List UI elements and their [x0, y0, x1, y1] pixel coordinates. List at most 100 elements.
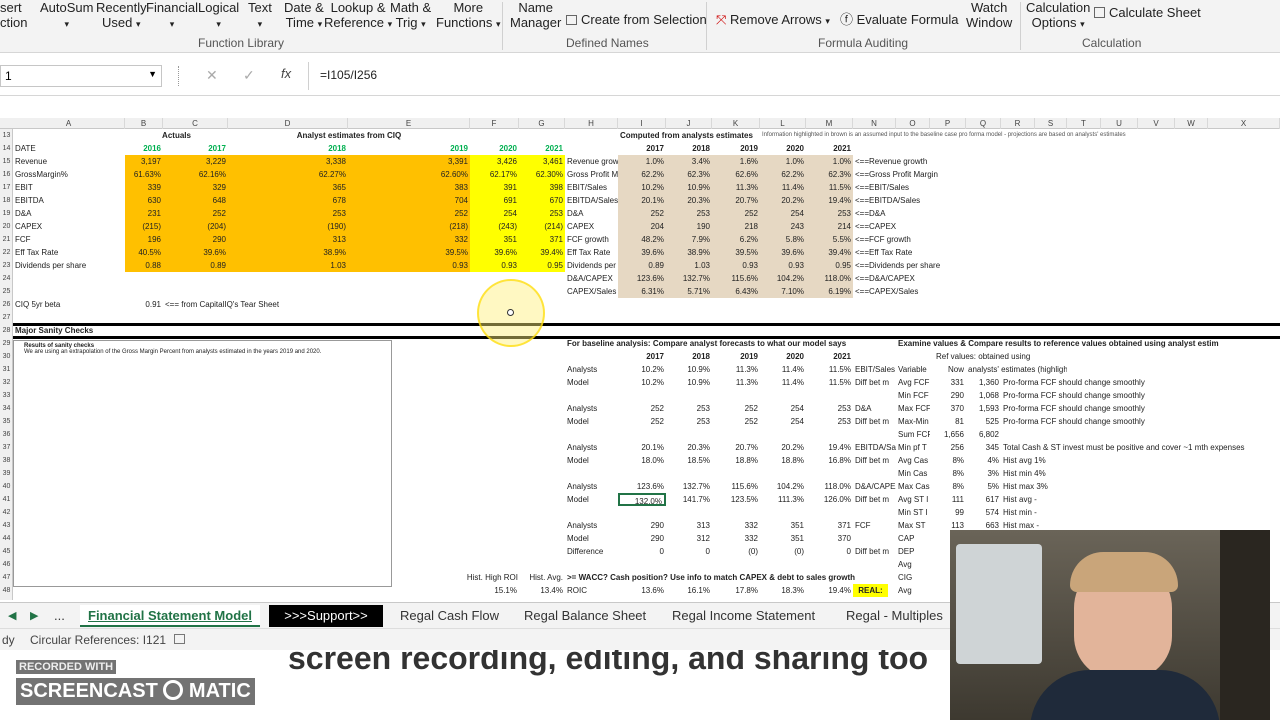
row-header-37[interactable]: 37 — [0, 441, 13, 454]
examine-ref[interactable]: 4% — [966, 454, 1001, 467]
computed-value[interactable]: 39.4% — [806, 246, 853, 259]
hist-high-value[interactable]: 15.1% — [470, 584, 519, 597]
computed-arrow[interactable]: <==Gross Profit Margin — [853, 168, 966, 181]
baseline-value[interactable]: 252 — [712, 402, 760, 415]
computed-value[interactable]: 20.3% — [666, 194, 712, 207]
name-manager-button[interactable]: Name Manager — [510, 0, 561, 30]
value-cell[interactable]: 329 — [163, 181, 228, 194]
row-header-29[interactable]: 29 — [0, 337, 13, 350]
roic-value[interactable]: 18.3% — [760, 584, 806, 597]
computed-label[interactable]: EBITDA/Sales — [565, 194, 618, 207]
value-cell[interactable]: 254 — [470, 207, 519, 220]
examine-ref[interactable]: 345 — [966, 441, 1001, 454]
baseline-note[interactable] — [853, 506, 896, 519]
value-cell[interactable]: 670 — [519, 194, 565, 207]
row-header-32[interactable]: 32 — [0, 376, 13, 389]
baseline-note[interactable] — [853, 532, 896, 545]
baseline-year[interactable]: 2021 — [806, 350, 853, 363]
value-cell[interactable]: 252 — [348, 207, 470, 220]
value-cell[interactable]: 0.93 — [348, 259, 470, 272]
value-cell[interactable]: 0.88 — [125, 259, 163, 272]
value-cell[interactable]: 3,426 — [470, 155, 519, 168]
row-header-26[interactable]: 26 — [0, 298, 13, 311]
value-cell[interactable]: 3,391 — [348, 155, 470, 168]
value-cell[interactable]: 339 — [125, 181, 163, 194]
computed-label[interactable]: D&A/CAPEX — [565, 272, 618, 285]
row-label[interactable]: EBITDA — [13, 194, 125, 207]
column-header-A[interactable]: A — [13, 118, 125, 129]
column-header-F[interactable]: F — [470, 118, 519, 129]
tab-regal-balance-sheet[interactable]: Regal Balance Sheet — [516, 605, 654, 627]
row-header-16[interactable]: 16 — [0, 168, 13, 181]
baseline-value[interactable]: 312 — [666, 532, 712, 545]
math-trig-button[interactable]: Math & Trig ▾ — [390, 0, 431, 32]
row-header-46[interactable]: 46 — [0, 558, 13, 571]
examine-var[interactable]: Avg — [896, 584, 930, 597]
column-header-V[interactable]: V — [1138, 118, 1175, 129]
computed-year[interactable]: 2019 — [712, 142, 760, 155]
baseline-value[interactable] — [666, 428, 712, 441]
baseline-value[interactable]: 332 — [712, 532, 760, 545]
baseline-value[interactable] — [618, 428, 666, 441]
computed-value[interactable]: 204 — [618, 220, 666, 233]
computed-label[interactable]: Eff Tax Rate — [565, 246, 618, 259]
examine-var[interactable]: Max FCF — [896, 402, 930, 415]
baseline-note[interactable]: EBIT/Sales — [853, 363, 896, 376]
row-header-42[interactable]: 42 — [0, 506, 13, 519]
examine-note[interactable]: Hist min 4% — [1001, 467, 1280, 480]
column-header-G[interactable]: G — [519, 118, 565, 129]
computed-value[interactable]: 1.0% — [806, 155, 853, 168]
computed-label[interactable]: Gross Profit M — [565, 168, 618, 181]
value-cell[interactable]: 1.03 — [228, 259, 348, 272]
value-cell[interactable]: 62.30% — [519, 168, 565, 181]
value-cell[interactable]: 196 — [125, 233, 163, 246]
roic-value[interactable]: 13.6% — [618, 584, 666, 597]
value-cell[interactable]: 704 — [348, 194, 470, 207]
baseline-value[interactable]: 10.9% — [666, 376, 712, 389]
baseline-note[interactable] — [853, 389, 896, 402]
computed-arrow[interactable]: <==Eff Tax Rate — [853, 246, 966, 259]
computed-value[interactable]: 3.4% — [666, 155, 712, 168]
baseline-value[interactable]: 141.7% — [666, 493, 712, 506]
value-cell[interactable]: 365 — [228, 181, 348, 194]
row-label[interactable]: Eff Tax Rate — [13, 246, 125, 259]
baseline-note[interactable]: EBITDA/Sales — [853, 441, 896, 454]
tab-more[interactable]: ... — [46, 605, 73, 627]
baseline-value[interactable]: 11.5% — [806, 376, 853, 389]
baseline-value[interactable]: 332 — [712, 519, 760, 532]
logical-button[interactable]: Logical ▾ — [198, 0, 239, 32]
tab-regal-multiples[interactable]: Regal - Multiples — [838, 605, 951, 627]
roic-value[interactable]: 16.1% — [666, 584, 712, 597]
enter-icon[interactable]: ✓ — [243, 67, 255, 84]
baseline-note[interactable]: Diff bet m — [853, 454, 896, 467]
prev-sheet-icon[interactable]: ◀ — [0, 605, 24, 627]
row-header-33[interactable]: 33 — [0, 389, 13, 402]
value-cell[interactable]: 39.5% — [348, 246, 470, 259]
examine-note[interactable]: Pro-forma FCF should change smoothly — [1001, 402, 1280, 415]
baseline-value[interactable]: 18.5% — [666, 454, 712, 467]
computed-value[interactable]: 218 — [712, 220, 760, 233]
row-header-19[interactable]: 19 — [0, 207, 13, 220]
actuals-header[interactable]: Actuals — [125, 129, 228, 142]
computed-value[interactable]: 6.2% — [712, 233, 760, 246]
computed-value[interactable]: 6.31% — [618, 285, 666, 298]
baseline-value[interactable]: 111.3% — [760, 493, 806, 506]
examine-var[interactable]: Min FCF — [896, 389, 930, 402]
baseline-value[interactable]: 253 — [806, 402, 853, 415]
computed-value[interactable]: 62.2% — [618, 168, 666, 181]
column-header-O[interactable]: O — [896, 118, 930, 129]
baseline-label[interactable]: Model — [565, 415, 618, 428]
calculate-sheet-button[interactable]: Calculate Sheet — [1094, 5, 1201, 20]
row-header-44[interactable]: 44 — [0, 532, 13, 545]
computed-year[interactable]: 2020 — [760, 142, 806, 155]
value-cell[interactable]: 678 — [228, 194, 348, 207]
value-cell[interactable]: (190) — [228, 220, 348, 233]
baseline-note[interactable]: FCF — [853, 519, 896, 532]
value-cell[interactable]: 313 — [228, 233, 348, 246]
row-label[interactable]: Revenue — [13, 155, 125, 168]
baseline-note[interactable]: Diff bet m — [853, 493, 896, 506]
computed-value[interactable]: 39.6% — [760, 246, 806, 259]
examine-note[interactable]: Hist min - — [1001, 506, 1280, 519]
selected-cell[interactable]: 132.0% — [618, 493, 666, 506]
row-header-23[interactable]: 23 — [0, 259, 13, 272]
